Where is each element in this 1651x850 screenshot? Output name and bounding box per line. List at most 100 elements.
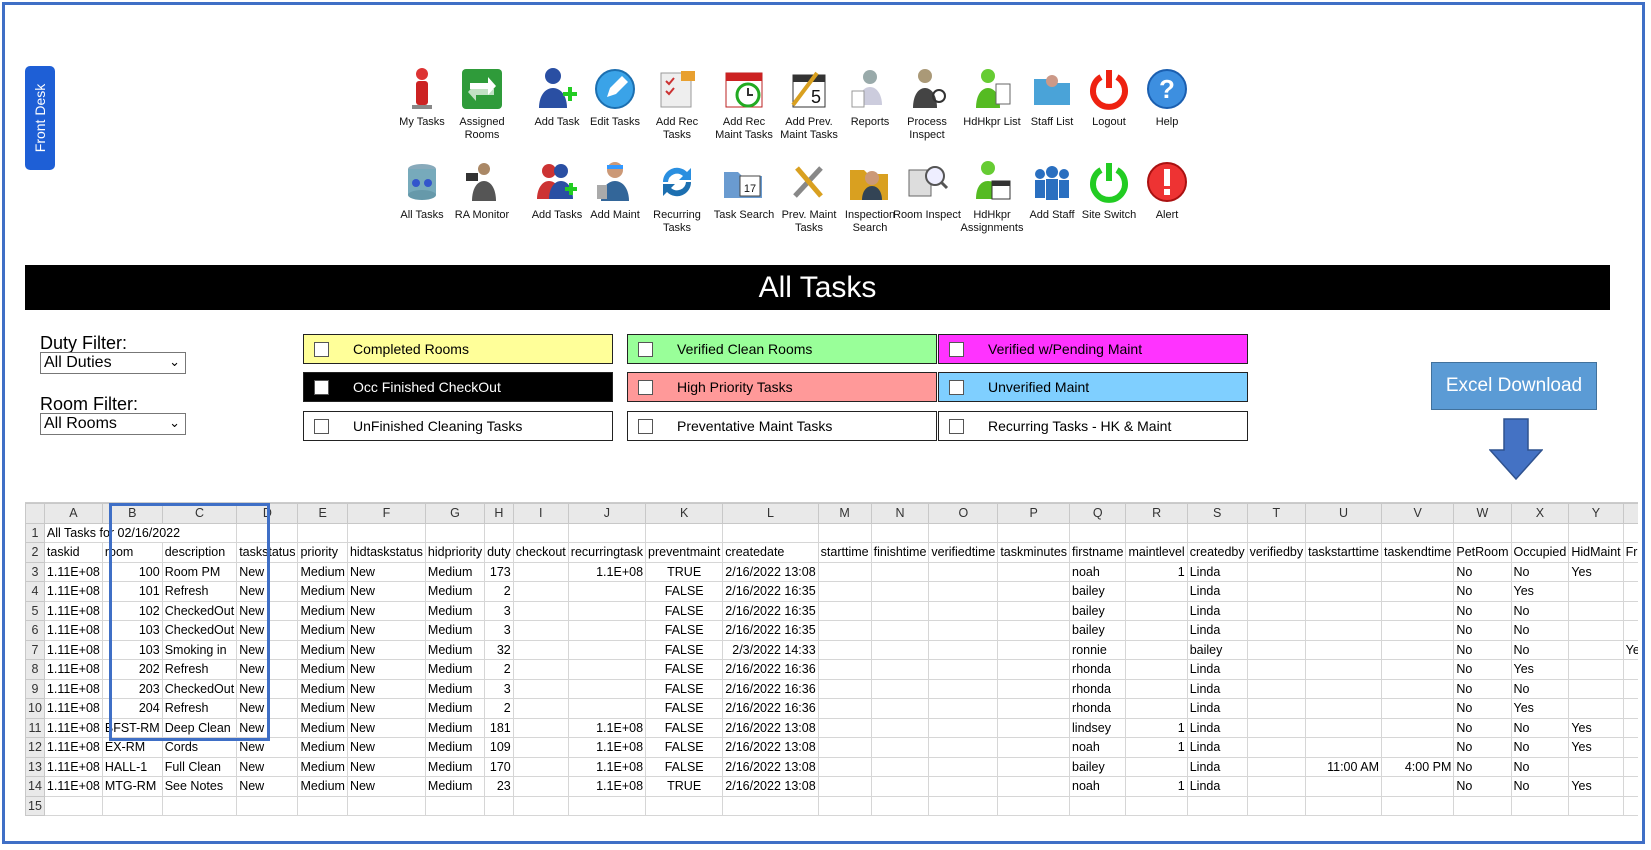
- table-cell[interactable]: [101, 795, 163, 816]
- table-cell[interactable]: ronnie: [1069, 639, 1127, 660]
- table-cell[interactable]: [43, 795, 103, 816]
- table-cell[interactable]: Medium: [297, 581, 348, 602]
- table-cell[interactable]: 173: [484, 561, 514, 582]
- table-cell[interactable]: [870, 756, 930, 777]
- table-cell[interactable]: Medium: [297, 698, 348, 719]
- column-header[interactable]: Y: [1568, 503, 1624, 524]
- table-cell[interactable]: Yes: [1568, 737, 1624, 758]
- column-header[interactable]: K: [645, 503, 724, 524]
- table-cell[interactable]: [1510, 522, 1570, 543]
- table-cell[interactable]: 32: [484, 639, 514, 660]
- table-cell[interactable]: New: [236, 600, 299, 621]
- table-cell[interactable]: 204: [101, 698, 163, 719]
- table-cell[interactable]: [870, 561, 930, 582]
- table-cell[interactable]: [484, 795, 514, 816]
- table-cell[interactable]: rhonda: [1069, 698, 1127, 719]
- table-cell[interactable]: [567, 698, 647, 719]
- toolbar-button-add-rec-maint-tasks[interactable]: Add Rec Maint Tasks: [709, 66, 779, 142]
- table-cell[interactable]: [1125, 698, 1188, 719]
- table-cell[interactable]: Linda: [1186, 737, 1248, 758]
- table-cell[interactable]: 2: [484, 581, 514, 602]
- table-cell[interactable]: [1186, 795, 1248, 816]
- table-header-cell[interactable]: Occupied: [1510, 542, 1570, 563]
- table-cell[interactable]: [722, 795, 819, 816]
- table-cell[interactable]: [1125, 522, 1188, 543]
- table-cell[interactable]: [1069, 522, 1127, 543]
- table-cell[interactable]: [997, 795, 1071, 816]
- table-cell[interactable]: [1305, 795, 1382, 816]
- table-cell[interactable]: No: [1453, 776, 1512, 797]
- table-cell[interactable]: [1305, 737, 1382, 758]
- column-header[interactable]: G: [424, 503, 486, 524]
- table-cell[interactable]: [1246, 581, 1307, 602]
- table-cell[interactable]: New: [346, 678, 426, 699]
- table-cell[interactable]: New: [346, 561, 426, 582]
- table-cell[interactable]: 1.1E+08: [567, 561, 647, 582]
- table-cell[interactable]: 203: [101, 678, 163, 699]
- table-cell[interactable]: [928, 561, 999, 582]
- table-cell[interactable]: 1.11E+08: [43, 600, 103, 621]
- column-header[interactable]: D: [236, 503, 299, 524]
- table-header-cell[interactable]: firstname: [1069, 542, 1127, 563]
- table-cell[interactable]: 1.1E+08: [567, 776, 647, 797]
- table-cell[interactable]: [928, 581, 999, 602]
- table-cell[interactable]: Medium: [297, 756, 348, 777]
- table-header-cell[interactable]: taskstarttime: [1305, 542, 1382, 563]
- row-header[interactable]: 10: [25, 698, 45, 719]
- legend-checkbox[interactable]: [314, 418, 329, 434]
- table-cell[interactable]: [817, 639, 872, 660]
- row-header[interactable]: 9: [25, 678, 45, 699]
- table-cell[interactable]: [1380, 639, 1455, 660]
- table-cell[interactable]: [997, 756, 1071, 777]
- table-cell[interactable]: [645, 522, 724, 543]
- toolbar-button-assigned-rooms[interactable]: Assigned Rooms: [447, 66, 517, 142]
- table-header-cell[interactable]: createdate: [722, 542, 819, 563]
- table-cell[interactable]: [997, 678, 1071, 699]
- table-cell[interactable]: [928, 620, 999, 641]
- table-cell[interactable]: [1125, 620, 1188, 641]
- table-cell[interactable]: [1246, 678, 1307, 699]
- table-cell[interactable]: rhonda: [1069, 678, 1127, 699]
- duty-filter-select[interactable]: All Duties ⌄: [40, 352, 186, 374]
- table-cell[interactable]: FALSE: [645, 698, 724, 719]
- table-cell[interactable]: [1568, 522, 1624, 543]
- table-cell[interactable]: [1125, 678, 1188, 699]
- table-cell[interactable]: 1.11E+08: [43, 698, 103, 719]
- table-cell[interactable]: [567, 581, 647, 602]
- table-cell[interactable]: New: [236, 776, 299, 797]
- toolbar-button-help[interactable]: ? Help: [1132, 66, 1202, 129]
- table-cell[interactable]: No: [1453, 581, 1512, 602]
- table-cell[interactable]: [1125, 581, 1188, 602]
- table-cell[interactable]: [1246, 756, 1307, 777]
- table-cell[interactable]: Medium: [424, 561, 486, 582]
- table-cell[interactable]: CheckedOut: [161, 678, 238, 699]
- column-header[interactable]: T: [1246, 503, 1307, 524]
- table-cell[interactable]: New: [236, 737, 299, 758]
- table-cell[interactable]: 102: [101, 600, 163, 621]
- column-header[interactable]: M: [817, 503, 872, 524]
- table-cell[interactable]: [997, 698, 1071, 719]
- table-cell[interactable]: Medium: [424, 678, 486, 699]
- table-cell[interactable]: 1.1E+08: [567, 737, 647, 758]
- table-cell[interactable]: Linda: [1186, 600, 1248, 621]
- table-cell[interactable]: Yes: [1510, 581, 1570, 602]
- table-cell[interactable]: [1246, 737, 1307, 758]
- table-cell[interactable]: [928, 737, 999, 758]
- table-cell[interactable]: [1246, 717, 1307, 738]
- table-cell[interactable]: Linda: [1186, 717, 1248, 738]
- table-cell[interactable]: Yes: [1622, 639, 1638, 660]
- column-header[interactable]: R: [1125, 503, 1188, 524]
- table-cell[interactable]: [1622, 776, 1638, 797]
- table-cell[interactable]: New: [346, 717, 426, 738]
- table-cell[interactable]: [1622, 600, 1638, 621]
- table-cell[interactable]: [346, 522, 426, 543]
- table-cell[interactable]: 101: [101, 581, 163, 602]
- table-cell[interactable]: [424, 522, 486, 543]
- table-cell[interactable]: Medium: [424, 737, 486, 758]
- table-cell[interactable]: MTG-RM: [101, 776, 163, 797]
- table-cell[interactable]: [870, 737, 930, 758]
- table-cell[interactable]: Refresh: [161, 659, 238, 680]
- table-cell[interactable]: [1622, 620, 1638, 641]
- table-cell[interactable]: Yes: [1568, 776, 1624, 797]
- table-cell[interactable]: No: [1453, 737, 1512, 758]
